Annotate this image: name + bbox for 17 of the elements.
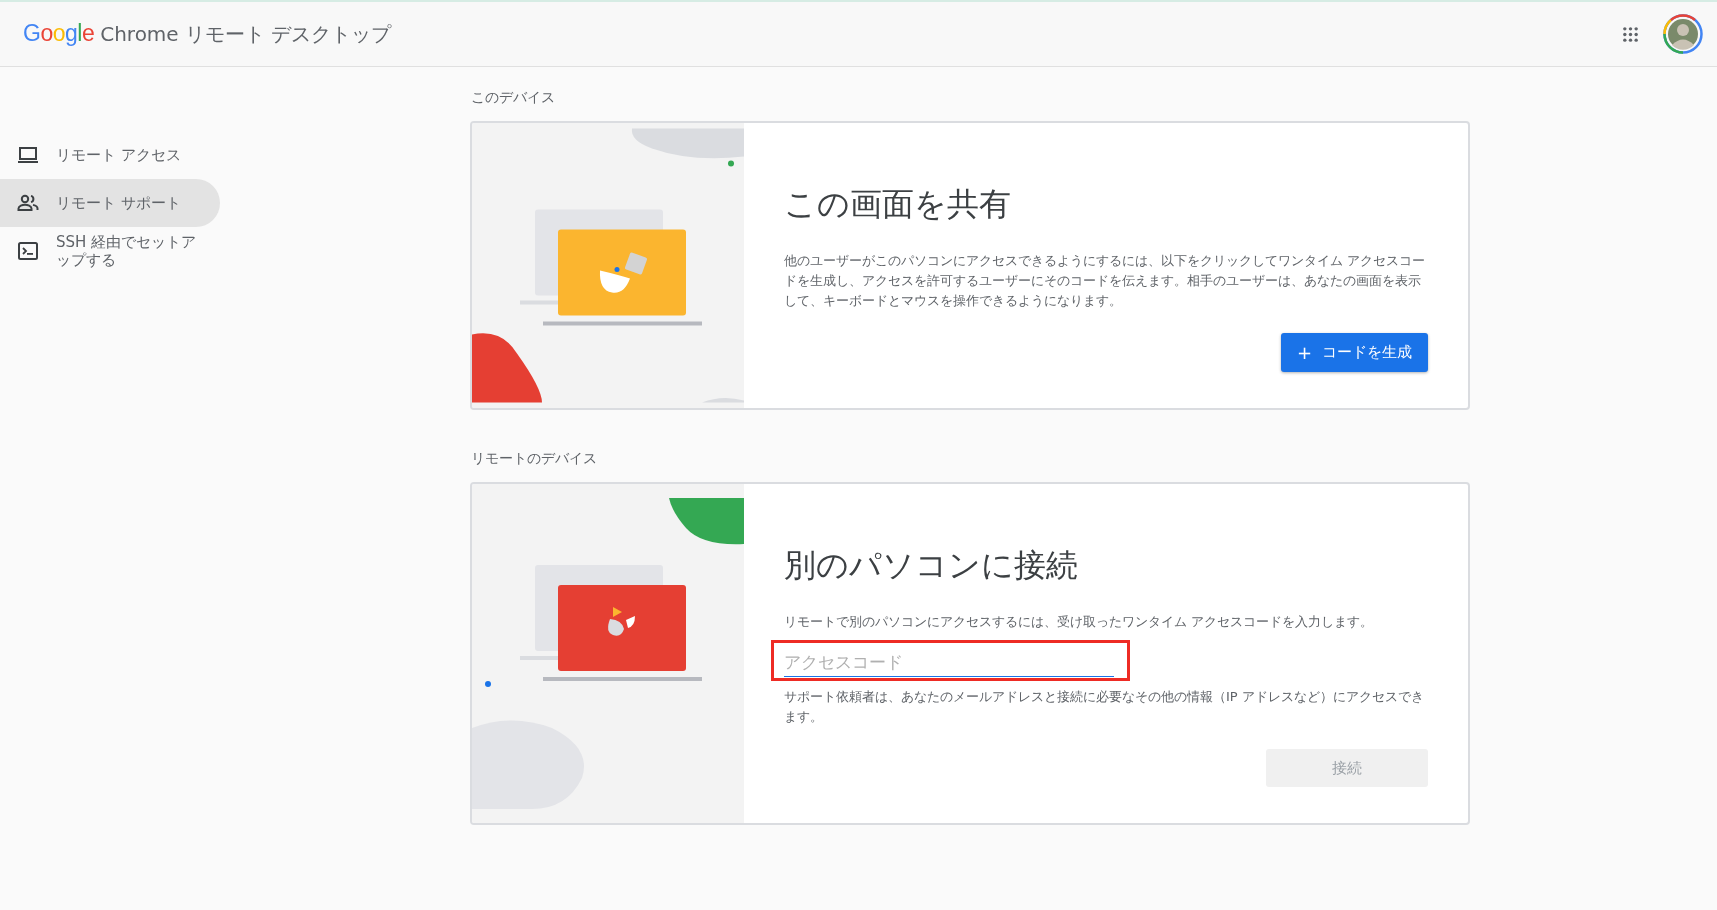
privacy-note: サポート依頼者は、あなたのメールアドレスと接続に必要なその他の情報（IP アドレスなど）にアクセスできます。 <box>784 688 1425 726</box>
generate-code-button[interactable]: + コードを生成 <box>1280 333 1428 372</box>
sidebar-item[interactable]: SSH 経由でセットアップする <box>0 227 220 275</box>
card-title: この画面を共有 <box>784 184 1012 225</box>
access-code-field[interactable]: アクセスコード <box>784 648 1114 677</box>
app-title: Chrome リモート デスクトップ <box>100 21 392 48</box>
section-heading: リモートのデバイス <box>470 450 598 468</box>
card-description: 他のユーザーがこのパソコンにアクセスできるようにするには、以下をクリックしてワンタイム アクセスコードを生成し、アクセスを許可するユーザーにそのコードを伝えます。相手のユーザーは、あなたの画面を表示して、キーボードとマウスを操作できるようになります。 <box>784 252 1427 310</box>
card-title: 別のパソコンに接続 <box>784 545 1079 586</box>
terminal-icon <box>16 239 40 263</box>
google-logo: Google <box>23 20 95 47</box>
section-heading: このデバイス <box>470 89 556 107</box>
avatar-icon[interactable] <box>1663 14 1703 54</box>
card-description: リモートで別のパソコンにアクセスするには、受け取ったワンタイム アクセスコードを入力します。 <box>784 613 1375 631</box>
sidebar-item[interactable]: リモート サポート <box>0 179 220 227</box>
apps-grid-icon[interactable] <box>1622 25 1639 43</box>
sidebar-item[interactable]: リモート アクセス <box>0 131 220 179</box>
